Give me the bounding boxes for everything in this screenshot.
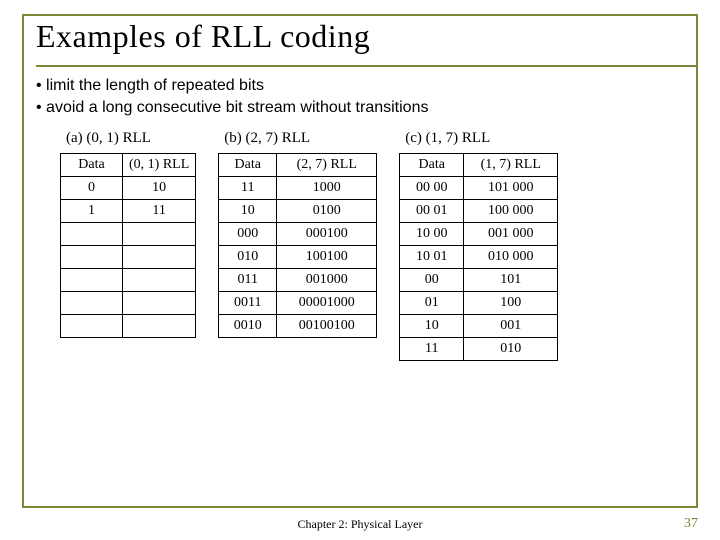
- td: 100100: [277, 246, 377, 269]
- td: 0011: [219, 292, 277, 315]
- td: 000100: [277, 223, 377, 246]
- td: 00: [400, 269, 464, 292]
- tables-container: (a) (0, 1) RLL Data(0, 1) RLL 010 111 (b…: [36, 128, 690, 361]
- td: [61, 246, 123, 269]
- td: 00 00: [400, 177, 464, 200]
- td: 001: [464, 315, 558, 338]
- td: 11: [400, 338, 464, 361]
- td: [123, 269, 196, 292]
- td: 000: [219, 223, 277, 246]
- td: [123, 246, 196, 269]
- td: 00100100: [277, 315, 377, 338]
- td: 101 000: [464, 177, 558, 200]
- bullet-item: avoid a long consecutive bit stream with…: [36, 97, 690, 119]
- td: 100 000: [464, 200, 558, 223]
- td: 010: [464, 338, 558, 361]
- slide-content: Examples of RLL coding limit the length …: [14, 6, 708, 530]
- td: [61, 269, 123, 292]
- td: [61, 292, 123, 315]
- td: [123, 315, 196, 338]
- title-rule: [36, 65, 696, 67]
- td: 101: [464, 269, 558, 292]
- page-number: 37: [684, 516, 698, 532]
- td: 001000: [277, 269, 377, 292]
- table-c: Data(1, 7) RLL 00 00101 000 00 01100 000…: [399, 153, 558, 361]
- td: 10: [219, 200, 277, 223]
- td: 00 01: [400, 200, 464, 223]
- th: (1, 7) RLL: [464, 154, 558, 177]
- td: 10: [123, 177, 196, 200]
- td: 00001000: [277, 292, 377, 315]
- table-caption-a: (a) (0, 1) RLL: [66, 130, 196, 147]
- td: [61, 223, 123, 246]
- table-caption-b: (b) (2, 7) RLL: [224, 130, 377, 147]
- td: 001 000: [464, 223, 558, 246]
- td: [123, 292, 196, 315]
- td: 0010: [219, 315, 277, 338]
- th: Data: [61, 154, 123, 177]
- footer-text: Chapter 2: Physical Layer: [0, 517, 720, 532]
- td: 10 00: [400, 223, 464, 246]
- td: 11: [123, 200, 196, 223]
- th: Data: [219, 154, 277, 177]
- td: [61, 315, 123, 338]
- bullet-list: limit the length of repeated bits avoid …: [36, 75, 690, 118]
- td: 11: [219, 177, 277, 200]
- td: 10 01: [400, 246, 464, 269]
- td: 0100: [277, 200, 377, 223]
- page-title: Examples of RLL coding: [36, 18, 690, 55]
- td: 010: [219, 246, 277, 269]
- table-a: Data(0, 1) RLL 010 111: [60, 153, 196, 338]
- bullet-item: limit the length of repeated bits: [36, 75, 690, 97]
- table-caption-c: (c) (1, 7) RLL: [405, 130, 558, 147]
- td: 100: [464, 292, 558, 315]
- td: 011: [219, 269, 277, 292]
- th: (0, 1) RLL: [123, 154, 196, 177]
- td: 10: [400, 315, 464, 338]
- td: [123, 223, 196, 246]
- table-block-c: (c) (1, 7) RLL Data(1, 7) RLL 00 00101 0…: [399, 128, 558, 361]
- table-block-a: (a) (0, 1) RLL Data(0, 1) RLL 010 111: [60, 128, 196, 338]
- td: 0: [61, 177, 123, 200]
- td: 1: [61, 200, 123, 223]
- td: 01: [400, 292, 464, 315]
- th: Data: [400, 154, 464, 177]
- td: 010 000: [464, 246, 558, 269]
- table-block-b: (b) (2, 7) RLL Data(2, 7) RLL 111000 100…: [218, 128, 377, 338]
- th: (2, 7) RLL: [277, 154, 377, 177]
- td: 1000: [277, 177, 377, 200]
- table-b: Data(2, 7) RLL 111000 100100 000000100 0…: [218, 153, 377, 338]
